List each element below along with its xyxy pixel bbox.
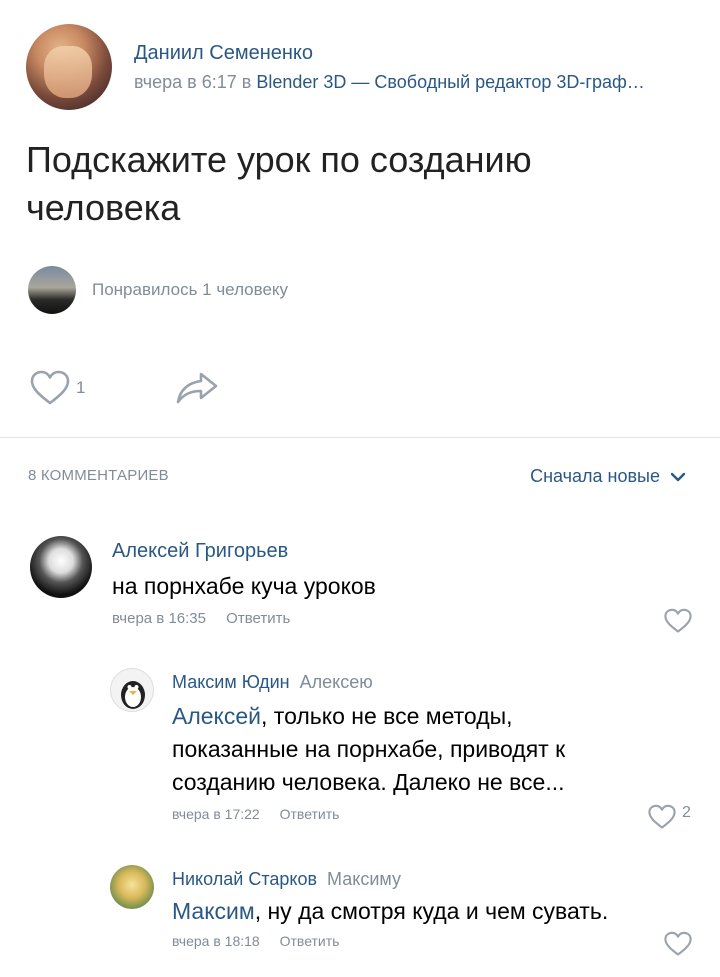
comment-time: вчера в 18:18 <box>172 933 260 949</box>
like-count: 1 <box>76 378 86 397</box>
penguin-avatar-icon <box>121 681 145 709</box>
comment-text: Алексей, только не все методы, показанны… <box>172 700 642 799</box>
post-group-link[interactable]: Blender 3D — Свободный редактор 3D-граф… <box>256 72 644 92</box>
comment-text: на порнхабе куча уроков <box>112 573 376 599</box>
post-text: Подскажите урок по созданию человека <box>26 139 532 228</box>
liker-avatar <box>28 266 76 314</box>
reply-button[interactable]: Ответить <box>226 610 290 627</box>
heart-icon <box>648 804 676 829</box>
comments-count: 8 КОММЕНТАРИЕВ <box>28 467 169 484</box>
mention-link[interactable]: Алексей <box>172 703 261 729</box>
share-icon <box>176 372 218 404</box>
mention-link[interactable]: Максим <box>172 898 255 924</box>
comment-author-line: Николай Старков Максиму <box>172 869 401 890</box>
comment-time: вчера в 17:22 <box>172 806 260 822</box>
post-time: вчера в 6:17 в <box>134 72 252 92</box>
post-header: Даниил Семененко вчера в 6:17 в Blender … <box>26 24 706 110</box>
divider <box>0 437 720 438</box>
comment-author[interactable]: Николай Старков <box>172 869 317 889</box>
reply-button[interactable]: Ответить <box>280 806 340 822</box>
comment-text: Максим, ну да смотря куда и чем сувать. <box>172 895 692 928</box>
comment-meta: вчера в 17:22 Ответить <box>172 806 339 822</box>
likes-summary[interactable]: Понравилось 1 человеку <box>28 266 688 316</box>
comment-author[interactable]: Алексей Григорьев <box>112 540 288 563</box>
comment-like-button[interactable] <box>648 804 676 830</box>
comment: Максим Юдин Алексею Алексей, только не вс… <box>110 668 700 830</box>
comment-author[interactable]: Максим Юдин <box>172 672 290 692</box>
heart-icon <box>664 608 692 633</box>
comment-meta: вчера в 16:35 Ответить <box>112 610 290 627</box>
reply-button[interactable]: Ответить <box>280 933 340 949</box>
comment: Алексей Григорьев на порнхабе куча уроко… <box>30 536 700 646</box>
post-author-name[interactable]: Даниил Семененко <box>134 42 313 65</box>
reply-to[interactable]: Алексею <box>300 672 373 692</box>
comment-like-count: 2 <box>682 804 691 821</box>
avatar[interactable] <box>110 668 154 712</box>
sort-dropdown[interactable]: Сначала новые <box>530 466 686 487</box>
comment-like-button[interactable] <box>664 608 692 634</box>
comment-meta: вчера в 18:18 Ответить <box>172 933 339 949</box>
post-meta: вчера в 6:17 в Blender 3D — Свободный ре… <box>134 72 694 93</box>
comment-text-body: , ну да смотря куда и чем сувать. <box>254 898 609 924</box>
heart-icon <box>664 931 692 956</box>
heart-icon <box>30 370 70 405</box>
chevron-down-icon <box>670 472 686 481</box>
avatar[interactable] <box>30 536 92 598</box>
like-button[interactable] <box>30 370 70 406</box>
likes-summary-text: Понравилось 1 человеку <box>92 280 289 299</box>
comment-time: вчера в 16:35 <box>112 610 206 627</box>
avatar[interactable] <box>110 865 154 909</box>
avatar[interactable] <box>26 24 112 110</box>
share-button[interactable] <box>175 370 219 406</box>
reply-to[interactable]: Максиму <box>327 869 401 889</box>
comment-like-button[interactable] <box>664 931 692 957</box>
comment: Николай Старков Максиму Максим, ну да смо… <box>110 865 700 975</box>
sort-label: Сначала новые <box>530 466 660 486</box>
comment-author-line: Максим Юдин Алексею <box>172 672 373 693</box>
post-actions: 1 <box>30 368 330 408</box>
